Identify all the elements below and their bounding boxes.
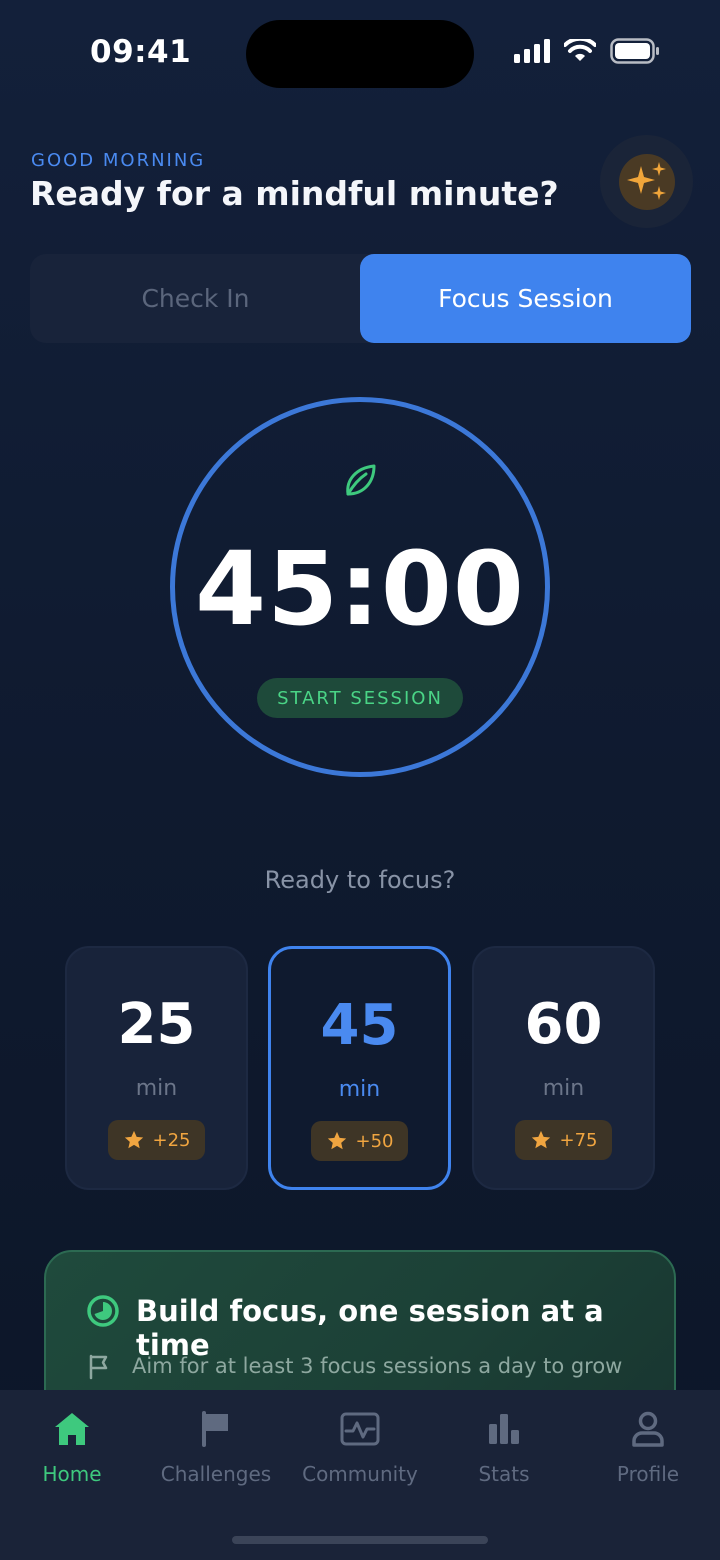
- status-icons: [514, 38, 660, 64]
- signal-icon: [514, 39, 550, 63]
- pie-timer-icon: [87, 1295, 119, 1327]
- nav-item-stats[interactable]: Stats: [432, 1390, 576, 1500]
- flag-icon: [89, 1354, 108, 1380]
- reward-badge: +75: [515, 1120, 612, 1160]
- timer-display: 45:00: [195, 530, 525, 649]
- reward-badge: +50: [311, 1121, 408, 1161]
- profile-icon: [632, 1411, 664, 1447]
- bottom-nav: Home Challenges Community Stats Profile: [0, 1390, 720, 1560]
- focus-prompt: Ready to focus?: [264, 866, 456, 894]
- nav-label-challenges: Challenges: [160, 1462, 272, 1486]
- community-icon: [340, 1412, 380, 1446]
- duration-unit: min: [542, 1076, 585, 1101]
- star-icon: [531, 1130, 550, 1149]
- dynamic-island: [246, 20, 474, 88]
- duration-minutes: 60: [524, 992, 603, 1057]
- tip-body: Aim for at least 3 focus sessions a day …: [132, 1354, 623, 1378]
- status-time: 09:41: [90, 34, 192, 70]
- duration-minutes: 25: [117, 992, 196, 1057]
- reward-points: +50: [355, 1130, 394, 1152]
- reward-points: +25: [152, 1129, 191, 1151]
- tab-check-in[interactable]: Check In: [30, 254, 361, 343]
- star-icon: [124, 1130, 143, 1149]
- star-icon: [327, 1131, 346, 1150]
- tip-title: Build focus, one session at a time: [136, 1294, 604, 1362]
- duration-unit: min: [338, 1077, 381, 1102]
- greeting-label: GOOD MORNING: [31, 150, 206, 171]
- page-title: Ready for a mindful minute?: [30, 174, 559, 213]
- flag-icon: [202, 1411, 228, 1447]
- tab-focus-session[interactable]: Focus Session: [360, 254, 691, 343]
- duration-card-60[interactable]: 60 min +75: [472, 946, 655, 1190]
- home-icon: [55, 1413, 89, 1445]
- wifi-icon: [564, 39, 596, 61]
- nav-item-home[interactable]: Home: [0, 1390, 144, 1500]
- sparkles-icon: [626, 161, 666, 200]
- focus-screen: 09:41 GOOD MORNING Ready for a mindful m…: [0, 0, 720, 1560]
- nav-label-home: Home: [42, 1462, 102, 1486]
- home-indicator[interactable]: [232, 1536, 488, 1544]
- reward-points: +75: [559, 1129, 598, 1151]
- mode-tabs: Check In Focus Session: [30, 254, 691, 343]
- duration-minutes: 45: [320, 993, 399, 1058]
- duration-card-25[interactable]: 25 min +25: [65, 946, 248, 1190]
- duration-unit: min: [135, 1076, 178, 1101]
- nav-label-profile: Profile: [616, 1462, 680, 1486]
- sparkles-button[interactable]: [600, 135, 693, 228]
- reward-badge: +25: [108, 1120, 205, 1160]
- battery-icon: [610, 38, 659, 64]
- leaf-icon: [346, 464, 376, 496]
- nav-item-challenges[interactable]: Challenges: [144, 1390, 288, 1500]
- stats-icon: [489, 1414, 519, 1444]
- start-session-button[interactable]: START SESSION: [257, 678, 463, 718]
- nav-label-stats: Stats: [478, 1462, 530, 1486]
- nav-label-community: Community: [302, 1462, 418, 1486]
- nav-item-community[interactable]: Community: [288, 1390, 432, 1500]
- duration-card-45[interactable]: 45 min +50: [268, 946, 451, 1190]
- nav-item-profile[interactable]: Profile: [576, 1390, 720, 1500]
